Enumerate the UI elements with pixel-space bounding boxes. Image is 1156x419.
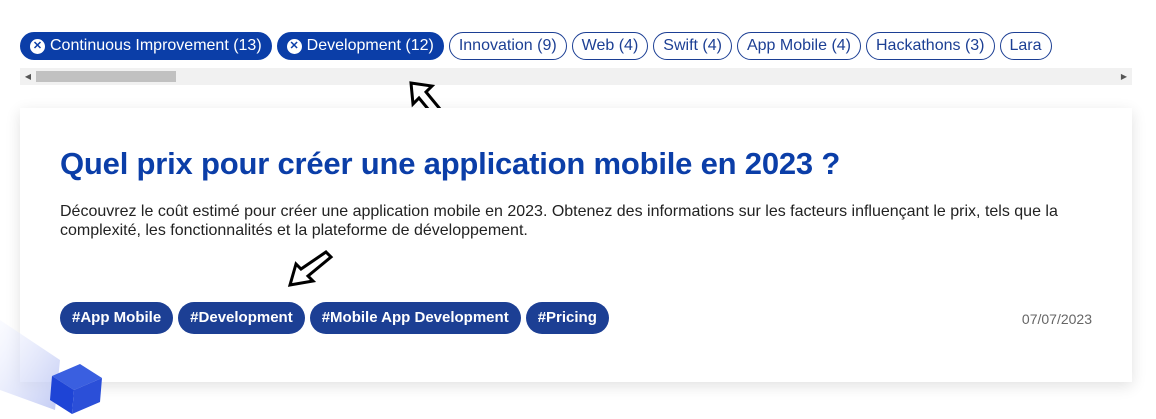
- pointer-arrow-icon: [287, 250, 334, 287]
- scroll-left-icon[interactable]: ◀: [20, 68, 36, 85]
- filter-chip-swift[interactable]: Swift (4): [653, 32, 732, 60]
- filter-chip-continuous-improvement[interactable]: ✕ Continuous Improvement (13): [20, 32, 272, 60]
- filter-chip-app-mobile[interactable]: App Mobile (4): [736, 32, 861, 60]
- close-icon[interactable]: ✕: [30, 38, 45, 54]
- article-date: 07/07/2023: [1021, 311, 1092, 327]
- cube-icon: [0, 320, 102, 414]
- horizontal-scrollbar[interactable]: ◀ ▶: [20, 68, 1132, 85]
- tag-mobile-app-development[interactable]: #Mobile App Development: [309, 302, 521, 334]
- filter-chip-label: Development (12): [306, 37, 434, 54]
- tag-development[interactable]: #Development: [178, 302, 305, 334]
- filter-chip-label: App Mobile (4): [746, 37, 851, 54]
- article-description: Découvrez le coût estimé pour créer une …: [60, 203, 1058, 239]
- filter-chip-development[interactable]: ✕ Development (12): [276, 32, 444, 60]
- filter-chip-web[interactable]: Web (4): [571, 32, 649, 60]
- article-card[interactable]: Quel prix pour créer une application mob…: [20, 108, 1132, 382]
- filter-chip-label: Lara: [1009, 37, 1042, 54]
- filter-chip-label: Web (4): [581, 37, 639, 54]
- filter-chip-innovation[interactable]: Innovation (9): [448, 32, 567, 60]
- filter-chip-label: Continuous Improvement (13): [50, 37, 262, 54]
- scroll-right-icon[interactable]: ▶: [1116, 68, 1132, 85]
- filter-chip-bar: ✕ Continuous Improvement (13) ✕ Developm…: [20, 32, 1132, 60]
- filter-chip-hackathons[interactable]: Hackathons (3): [866, 32, 995, 60]
- tag-pricing[interactable]: #Pricing: [525, 302, 609, 334]
- article-title[interactable]: Quel prix pour créer une application mob…: [60, 146, 840, 182]
- filter-chip-lara[interactable]: Lara: [999, 32, 1052, 60]
- filter-chip-label: Hackathons (3): [876, 37, 985, 54]
- article-tags: #App Mobile #Development #Mobile App Devel…: [60, 302, 614, 334]
- scrollbar-thumb[interactable]: [36, 71, 176, 82]
- filter-chip-label: Swift (4): [663, 37, 722, 54]
- filter-chip-label: Innovation (9): [458, 37, 557, 54]
- close-icon[interactable]: ✕: [286, 38, 302, 54]
